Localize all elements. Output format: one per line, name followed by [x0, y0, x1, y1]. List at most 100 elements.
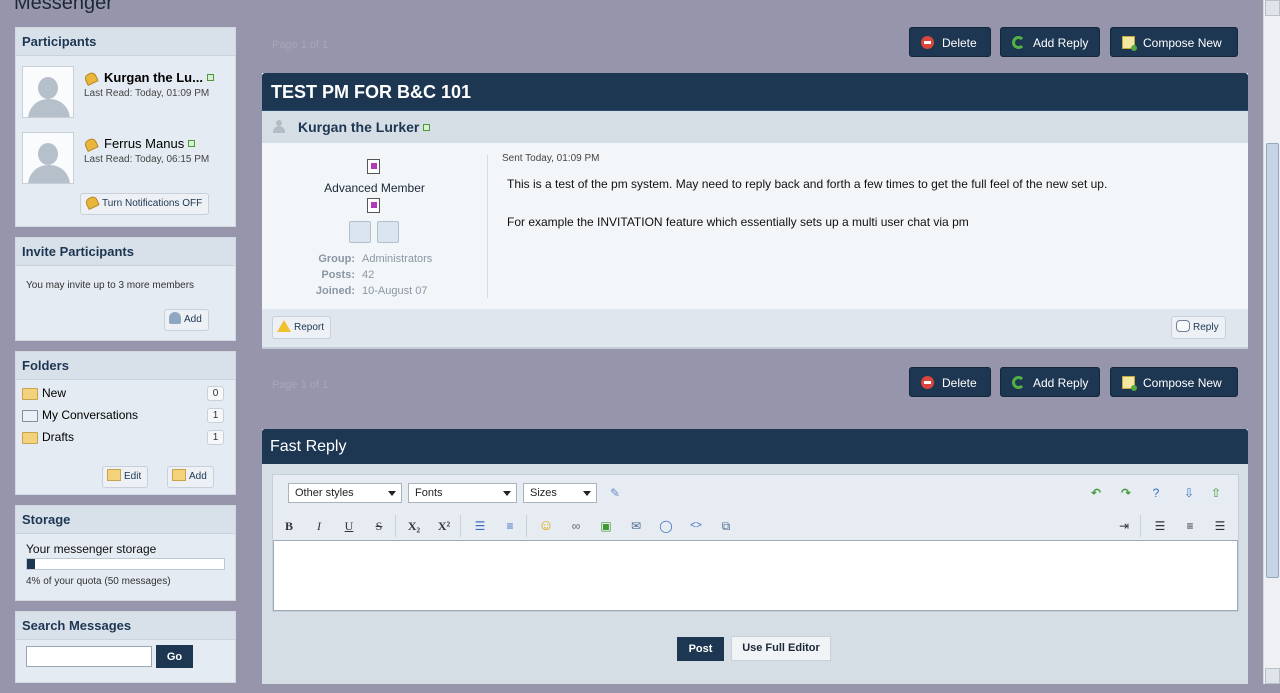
reply-arrow-icon [1012, 376, 1025, 389]
message-post: TEST PM FOR B&C 101 Kurgan the Lurker Ad… [262, 73, 1248, 349]
subscript-icon[interactable]: X₂ [405, 517, 423, 535]
search-input[interactable] [26, 646, 152, 667]
emoticon-icon[interactable]: ☺ [537, 517, 555, 535]
author-bar: Kurgan the Lurker [262, 111, 1248, 143]
add-reply-button[interactable]: Add Reply [1000, 367, 1100, 397]
italic-icon[interactable]: I [310, 517, 328, 535]
invite-add-button[interactable]: Add [164, 309, 209, 331]
undo-icon[interactable]: ↶ [1087, 484, 1105, 502]
email-icon[interactable]: ✉ [627, 517, 645, 535]
reply-button[interactable]: Reply [1171, 316, 1226, 339]
scroll-up-arrow-icon[interactable] [1265, 0, 1280, 16]
page-count-top: Page 1 of 1 [272, 39, 329, 51]
post-footer: Report Reply [262, 309, 1248, 349]
send-message-icon[interactable] [377, 221, 399, 243]
participant-2: Ferrus Manus Last Read: Today, 06:15 PM [16, 132, 235, 198]
reply-arrow-icon [1012, 36, 1025, 49]
redo-icon[interactable]: ↷ [1117, 484, 1135, 502]
indent-icon[interactable]: ⇥ [1115, 517, 1133, 535]
align-left-icon[interactable]: ☰ [1151, 517, 1169, 535]
bold-icon[interactable]: B [280, 517, 298, 535]
report-button[interactable]: Report [272, 316, 332, 339]
folder-add-button[interactable]: Add [167, 466, 214, 488]
scroll-down-arrow-icon[interactable] [1265, 668, 1280, 684]
reply-textarea[interactable] [273, 540, 1238, 611]
remove-format-icon[interactable]: ✎ [606, 484, 624, 502]
strikethrough-icon[interactable]: S [370, 517, 388, 535]
online-status-icon [188, 140, 196, 147]
folder-new-icon [22, 388, 38, 400]
participant-name[interactable]: Kurgan the Lu... [104, 70, 203, 85]
restore-icon[interactable]: ⇧ [1207, 484, 1225, 502]
add-contact-icon[interactable] [349, 221, 371, 243]
folder-count: 0 [207, 386, 224, 401]
toolbar-separator [1140, 515, 1141, 537]
delete-button[interactable]: Delete [909, 367, 991, 397]
rich-text-editor: Other styles Fonts Sizes ✎ ↶ ↷ ? ⇩ ⇧ B I… [272, 474, 1239, 612]
special-media-icon[interactable]: ⧉ [717, 517, 735, 535]
image-icon[interactable]: ▣ [597, 517, 615, 535]
folder-new[interactable]: New 0 [16, 382, 235, 404]
compose-new-button[interactable]: Compose New [1110, 27, 1238, 57]
avatar[interactable] [22, 132, 74, 184]
delete-icon [921, 376, 934, 389]
page-title: Messenger [14, 0, 113, 14]
superscript-icon[interactable]: X² [435, 517, 453, 535]
participant-name[interactable]: Ferrus Manus [104, 136, 184, 151]
compose-new-button[interactable]: Compose New [1110, 367, 1238, 397]
search-go-button[interactable]: Go [156, 645, 193, 668]
turn-notifications-off-button[interactable]: Turn Notifications OFF [80, 193, 210, 215]
align-right-icon[interactable]: ☰ [1211, 517, 1229, 535]
last-read-text: Last Read: Today, 06:15 PM [84, 154, 210, 165]
numbered-list-icon[interactable]: ≡ [501, 517, 519, 535]
add-user-icon [169, 312, 181, 324]
folder-add-icon [172, 469, 186, 481]
add-reply-button[interactable]: Add Reply [1000, 27, 1100, 57]
help-icon[interactable]: ? [1147, 484, 1165, 502]
bell-icon [84, 138, 98, 150]
styles-select[interactable]: Other styles [288, 483, 402, 503]
rank-pips-icon [367, 198, 380, 213]
storage-progress-bar [26, 558, 225, 570]
save-icon[interactable]: ⇩ [1180, 484, 1198, 502]
group-value: Administrators [362, 253, 433, 265]
joined-label: Joined: [315, 285, 355, 297]
folder-count: 1 [207, 430, 224, 445]
toolbar-separator [460, 515, 461, 537]
search-title: Search Messages [16, 612, 235, 640]
warning-icon [277, 320, 291, 332]
member-rank: Advanced Member [324, 181, 425, 195]
participants-block: Participants Kurgan the Lu... Last Read:… [15, 27, 236, 227]
online-status-icon [206, 74, 214, 81]
author-info: Advanced Member Group: Administrators Pos… [262, 143, 487, 309]
mail-icon [22, 410, 38, 422]
delete-button[interactable]: Delete [909, 27, 991, 57]
folder-count: 1 [207, 408, 224, 423]
use-full-editor-button[interactable]: Use Full Editor [731, 636, 831, 661]
bell-icon [85, 196, 99, 208]
underline-icon[interactable]: U [340, 517, 358, 535]
folder-drafts[interactable]: Drafts 1 [16, 426, 235, 448]
scrollbar-thumb[interactable] [1266, 143, 1279, 578]
folder-edit-button[interactable]: Edit [102, 466, 149, 488]
code-icon[interactable]: <> [687, 517, 705, 535]
avatar[interactable] [22, 66, 74, 118]
message-content: This is a test of the pm system. May nee… [507, 177, 1207, 253]
post-button[interactable]: Post [677, 637, 724, 661]
align-center-icon[interactable]: ≡ [1181, 517, 1199, 535]
online-status-icon [423, 124, 431, 131]
rank-image-icon [367, 159, 380, 174]
fast-reply-title: Fast Reply [262, 429, 1248, 464]
author-name[interactable]: Kurgan the Lurker [298, 119, 419, 135]
bullet-list-icon[interactable]: ☰ [471, 517, 489, 535]
fonts-select[interactable]: Fonts [408, 483, 517, 503]
quote-icon[interactable]: ◯ [657, 517, 675, 535]
folders-title: Folders [16, 352, 235, 380]
storage-title: Storage [16, 506, 235, 534]
invite-text: You may invite up to 3 more members [26, 280, 195, 291]
vertical-scrollbar[interactable] [1263, 0, 1280, 684]
folder-my-conversations[interactable]: My Conversations 1 [16, 404, 235, 426]
link-icon[interactable]: ∞ [567, 517, 585, 535]
storage-block: Storage Your messenger storage 4% of you… [15, 505, 236, 601]
sizes-select[interactable]: Sizes [523, 483, 597, 503]
